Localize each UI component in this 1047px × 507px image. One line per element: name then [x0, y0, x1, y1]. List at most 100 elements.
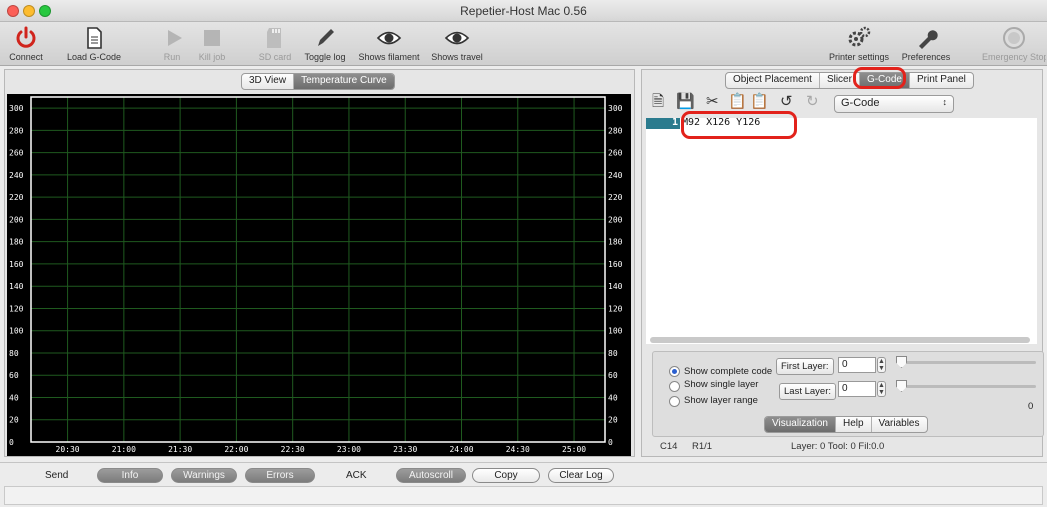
y-tick-label-right: 180: [608, 238, 623, 247]
run-button[interactable]: Run: [160, 24, 184, 62]
minimize-window-button[interactable]: [23, 5, 35, 17]
window-title-bar: Repetier-Host Mac 0.56: [0, 0, 1047, 22]
y-tick-label-left: 280: [9, 126, 24, 135]
y-tick-label-right: 200: [608, 215, 623, 224]
connect-button[interactable]: Connect: [6, 24, 46, 62]
zoom-window-button[interactable]: [39, 5, 51, 17]
last-layer-slider[interactable]: [898, 385, 1036, 388]
y-tick-label-left: 180: [9, 238, 24, 247]
emergency-stop-label: Emergency Stop: [982, 52, 1046, 62]
warnings-toggle[interactable]: Warnings: [171, 468, 237, 483]
radio-show-layer-range[interactable]: [669, 396, 680, 407]
y-tick-label-left: 240: [9, 171, 24, 180]
y-tick-label-left: 20: [9, 416, 19, 425]
connect-label: Connect: [9, 52, 43, 62]
kill-job-label: Kill job: [198, 52, 226, 62]
editor-scrollbar[interactable]: [650, 337, 1030, 343]
visualization-tabs: Visualization Help Variables: [764, 416, 928, 433]
copy-button[interactable]: Copy: [472, 468, 540, 483]
save-icon[interactable]: 💾: [676, 94, 695, 110]
x-tick-label: 24:30: [506, 445, 530, 454]
y-tick-label-right: 60: [608, 371, 618, 380]
y-tick-label-right: 0: [608, 438, 613, 447]
radio-show-complete-code[interactable]: [669, 366, 680, 377]
right-tabs: Object Placement Slicer G-Code Print Pan…: [725, 72, 974, 89]
ack-label[interactable]: ACK: [346, 470, 367, 481]
play-icon: [168, 30, 182, 46]
autoscroll-toggle[interactable]: Autoscroll: [396, 468, 466, 483]
label-show-layer-range: Show layer range: [684, 395, 758, 406]
tab-temperature-curve[interactable]: Temperature Curve: [294, 74, 394, 89]
eye-icon: [444, 31, 470, 45]
tab-help[interactable]: Help: [836, 417, 872, 432]
emergency-stop-button[interactable]: Emergency Stop: [982, 24, 1046, 62]
toggle-log-button[interactable]: Toggle log: [298, 24, 352, 62]
load-gcode-label: Load G-Code: [66, 52, 122, 62]
first-layer-slider[interactable]: [898, 361, 1036, 364]
errors-toggle[interactable]: Errors: [245, 468, 315, 483]
log-area: [4, 486, 1043, 505]
gcode-mode-value: G-Code: [841, 97, 880, 109]
stop-icon: [204, 30, 220, 46]
view-tabs: 3D View Temperature Curve: [241, 73, 395, 90]
wrench-icon: [919, 30, 938, 49]
last-layer-input[interactable]: 0: [838, 381, 876, 397]
gcode-editor[interactable]: 1 M92 X126 Y126: [646, 117, 1037, 344]
gears-icon: [848, 26, 871, 47]
editor-status-bar: C14 R1/1 Layer: 0 Tool: 0 Fil:0.0: [644, 440, 1042, 455]
radio-show-single-layer[interactable]: [669, 381, 680, 392]
kill-job-button[interactable]: Kill job: [194, 24, 230, 62]
y-tick-label-left: 160: [9, 260, 24, 269]
y-tick-label-right: 40: [608, 393, 618, 402]
y-tick-label-left: 200: [9, 215, 24, 224]
sd-card-label: SD card: [258, 52, 292, 62]
eye-icon: [376, 31, 402, 45]
shows-travel-button[interactable]: Shows travel: [428, 24, 486, 62]
preferences-button[interactable]: Preferences: [898, 24, 954, 62]
log-toolbar: Send Info Warnings Errors ACK Autoscroll…: [0, 462, 1047, 486]
paste-icon[interactable]: 📋: [750, 94, 769, 110]
shows-filament-button[interactable]: Shows filament: [354, 24, 424, 62]
temperature-chart: 0 0 20 20 40 40 60 60 80 80 100 100 120 120 140 140 160 1…: [7, 94, 631, 456]
line-number: 1: [671, 117, 678, 128]
y-tick-label-right: 280: [608, 126, 623, 135]
y-tick-label-right: 120: [608, 304, 623, 313]
label-show-complete-code: Show complete code: [684, 366, 773, 377]
info-toggle[interactable]: Info: [97, 468, 163, 483]
chart-background: [7, 94, 631, 456]
sd-card-icon: [267, 28, 281, 48]
layer-readout: 0: [1028, 401, 1034, 412]
shows-filament-label: Shows filament: [358, 52, 420, 62]
first-layer-input[interactable]: 0: [838, 357, 876, 373]
x-tick-label: 23:00: [337, 445, 361, 454]
close-window-button[interactable]: [7, 5, 19, 17]
power-icon: [16, 26, 36, 48]
y-tick-label-left: 260: [9, 149, 24, 158]
new-file-icon[interactable]: 🗎: [652, 94, 664, 110]
shows-travel-label: Shows travel: [431, 52, 483, 62]
send-button[interactable]: Send: [45, 470, 68, 481]
tab-visualization[interactable]: Visualization: [765, 417, 836, 432]
run-label: Run: [163, 52, 181, 62]
tab-3d-view[interactable]: 3D View: [242, 74, 295, 89]
undo-icon[interactable]: ↺: [780, 94, 793, 110]
clear-log-button[interactable]: Clear Log: [548, 468, 614, 483]
sd-card-button[interactable]: SD card: [257, 24, 293, 62]
layer-info: Layer: 0 Tool: 0 Fil:0.0: [791, 441, 885, 452]
cut-icon[interactable]: ✂: [706, 94, 719, 110]
redo-icon[interactable]: ↻: [806, 94, 819, 110]
load-gcode-button[interactable]: Load G-Code: [64, 24, 124, 62]
pencil-icon: [318, 29, 334, 46]
tab-print-panel[interactable]: Print Panel: [910, 73, 973, 88]
copy-icon[interactable]: 📋: [728, 94, 747, 110]
x-tick-label: 21:30: [168, 445, 192, 454]
tab-variables[interactable]: Variables: [872, 417, 927, 432]
x-tick-label: 22:30: [281, 445, 305, 454]
first-layer-stepper[interactable]: ▲ ▼: [877, 357, 886, 373]
gcode-mode-select[interactable]: G-Code ↕: [834, 95, 954, 113]
toggle-log-label: Toggle log: [304, 52, 346, 62]
last-layer-stepper[interactable]: ▲ ▼: [877, 381, 886, 397]
printer-settings-button[interactable]: Printer settings: [824, 24, 894, 62]
tab-object-placement[interactable]: Object Placement: [726, 73, 820, 88]
y-tick-label-right: 240: [608, 171, 623, 180]
